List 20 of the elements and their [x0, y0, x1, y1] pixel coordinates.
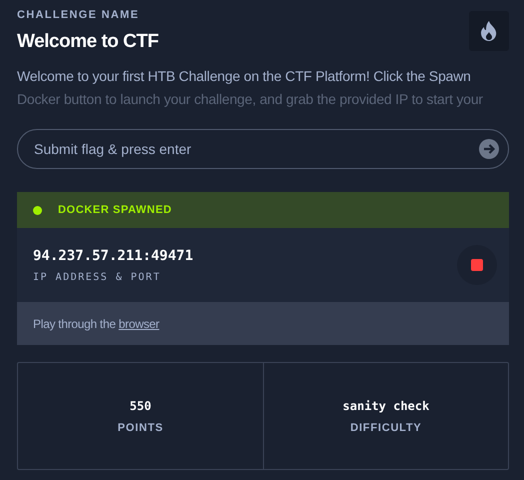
status-text: DOCKER SPAWNED [58, 204, 172, 216]
description-line: Docker button to launch your challenge, and grab the provided IP to start your [17, 90, 484, 109]
stop-icon [471, 259, 483, 271]
stat-value: sanity check [342, 398, 430, 412]
ip-address: 94.237.57.211:49471 [33, 248, 194, 264]
browser-text: Play through the [33, 316, 117, 330]
stop-button[interactable] [457, 245, 497, 285]
flag-input-field[interactable]: Submit flag & press enter [17, 129, 509, 169]
challenge-title: Welcome to CTF [17, 31, 158, 53]
arrow-right-icon[interactable] [479, 139, 499, 159]
challenge-label: CHALLENGE NAME [17, 9, 140, 21]
stat-value: 550 [130, 398, 152, 412]
address-label: IP ADDRESS & PORT [33, 272, 162, 282]
status-dot [33, 206, 42, 214]
flame-icon [479, 20, 499, 42]
stat-label: POINTS [118, 422, 164, 434]
fire-button[interactable] [469, 11, 509, 51]
description-line: Welcome to your first HTB Challenge on the CTF Platform! Click the Spawn [17, 67, 472, 86]
stat-label: DIFFICULTY [350, 422, 422, 434]
browser-link[interactable]: browser [118, 316, 160, 330]
